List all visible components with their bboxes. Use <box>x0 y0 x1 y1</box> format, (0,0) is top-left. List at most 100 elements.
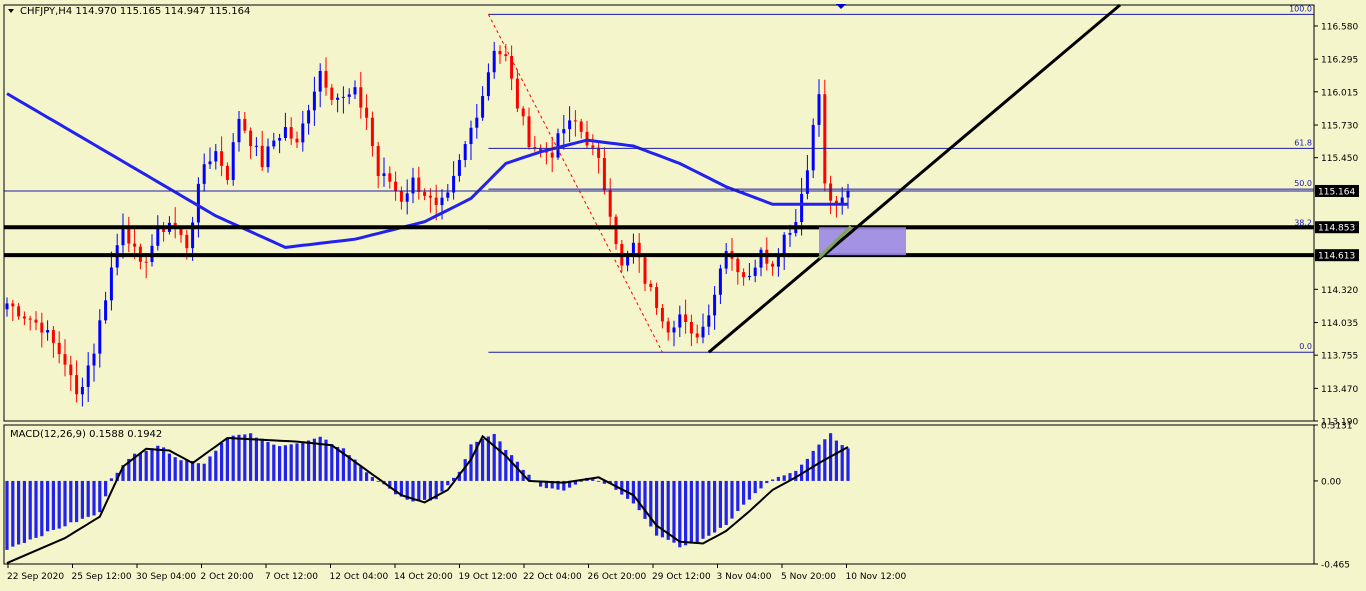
candle-body <box>382 173 386 176</box>
macd-bar <box>260 438 264 481</box>
candle-body <box>504 54 508 57</box>
y-tick-label: 116.295 <box>1321 56 1358 66</box>
macd-bar <box>730 480 734 519</box>
macd-bar <box>144 450 148 481</box>
candle-body <box>666 321 670 333</box>
chart-header: CHFJPY,H4 114.970 115.165 114.947 115.16… <box>20 6 250 17</box>
macd-bar <box>266 442 270 481</box>
candle-body <box>324 70 328 88</box>
candle-body <box>776 256 780 267</box>
candle-body <box>80 386 84 395</box>
y-tick-label: 114.320 <box>1321 286 1358 296</box>
candle-body <box>254 145 258 147</box>
candle-body <box>498 50 502 55</box>
candle-body <box>34 319 38 323</box>
candle-body <box>788 233 792 235</box>
candle-body <box>417 177 421 192</box>
macd-bar <box>86 480 90 517</box>
candle-body <box>370 117 374 147</box>
macd-bar <box>365 472 369 481</box>
candle-body <box>481 96 485 118</box>
candle-body <box>805 170 809 194</box>
macd-bar <box>330 444 334 481</box>
candle-body <box>550 152 554 158</box>
candle-body <box>463 144 467 161</box>
macd-bar <box>272 444 276 481</box>
macd-bar <box>736 480 740 511</box>
candle-body <box>347 94 351 97</box>
macd-bar <box>631 480 635 504</box>
candle-body <box>631 242 635 254</box>
candle-body <box>133 243 137 247</box>
macd-bar <box>34 480 38 538</box>
y-tick-label: 116.015 <box>1321 88 1358 98</box>
zone-rectangle <box>819 227 906 256</box>
candle-body <box>405 193 409 202</box>
x-tick-label: 22 Oct 04:00 <box>523 572 582 582</box>
macd-bar <box>17 480 21 545</box>
candle-body <box>713 294 717 316</box>
price-marker-label: 115.164 <box>1318 187 1355 197</box>
macd-bar <box>301 441 305 481</box>
macd-bar <box>167 453 171 481</box>
candle-body <box>214 151 218 162</box>
candle-body <box>440 197 444 206</box>
macd-bar <box>765 480 769 484</box>
macd-bar <box>440 480 444 492</box>
macd-bar <box>742 480 746 505</box>
macd-bar <box>249 433 253 481</box>
candle-body <box>771 263 775 267</box>
x-tick-label: 30 Sep 04:00 <box>136 572 196 582</box>
macd-bar <box>376 480 380 482</box>
candle-body <box>40 322 44 333</box>
macd-bar <box>173 457 177 481</box>
macd-bar <box>510 455 514 481</box>
macd-bar <box>689 480 693 544</box>
candle-body <box>452 175 456 193</box>
macd-bar <box>225 437 229 481</box>
candle-body <box>179 228 183 235</box>
macd-bar <box>498 441 502 481</box>
macd-bar <box>5 480 9 550</box>
x-tick-label: 2 Oct 20:00 <box>201 572 254 582</box>
candle-body <box>672 327 676 333</box>
candle-body <box>736 258 740 273</box>
fib-level-label: 50.0 <box>1294 179 1312 188</box>
candle-body <box>573 120 577 122</box>
candle-body <box>823 94 827 184</box>
candle-body <box>707 315 711 327</box>
macd-bar <box>220 442 224 481</box>
candle-body <box>202 164 206 184</box>
candle-body <box>249 130 253 147</box>
candle-body <box>718 268 722 295</box>
macd-bar <box>150 448 154 481</box>
candle-body <box>684 314 688 322</box>
candle-body <box>568 120 572 130</box>
macd-bar <box>672 480 676 543</box>
candle-body <box>301 123 305 143</box>
macd-bar <box>138 453 142 481</box>
macd-bar <box>40 480 44 537</box>
candle-body <box>341 96 345 98</box>
macd-bar <box>417 480 421 501</box>
candle-body <box>318 70 322 92</box>
x-tick-label: 26 Oct 20:00 <box>588 572 647 582</box>
x-tick-label: 7 Oct 12:00 <box>265 572 318 582</box>
candle-body <box>376 146 380 176</box>
y-tick-label: 116.580 <box>1321 22 1358 32</box>
macd-bar <box>324 439 328 481</box>
candle-body <box>225 165 229 180</box>
candle-body <box>51 330 55 343</box>
candle-body <box>104 300 108 321</box>
candle-body <box>237 118 241 143</box>
x-tick-label: 12 Oct 04:00 <box>330 572 389 582</box>
candle-body <box>86 365 90 387</box>
macd-y-tick-label: 0.3131 <box>1321 421 1353 431</box>
candle-body <box>475 117 479 128</box>
x-tick-label: 25 Sep 12:00 <box>72 572 132 582</box>
macd-bar <box>202 463 206 481</box>
chart-svg: 100.061.850.038.20.0 116.580116.295116.0… <box>0 0 1366 587</box>
macd-bar <box>109 478 113 481</box>
candle-body <box>185 234 189 249</box>
candle-body <box>492 50 496 73</box>
